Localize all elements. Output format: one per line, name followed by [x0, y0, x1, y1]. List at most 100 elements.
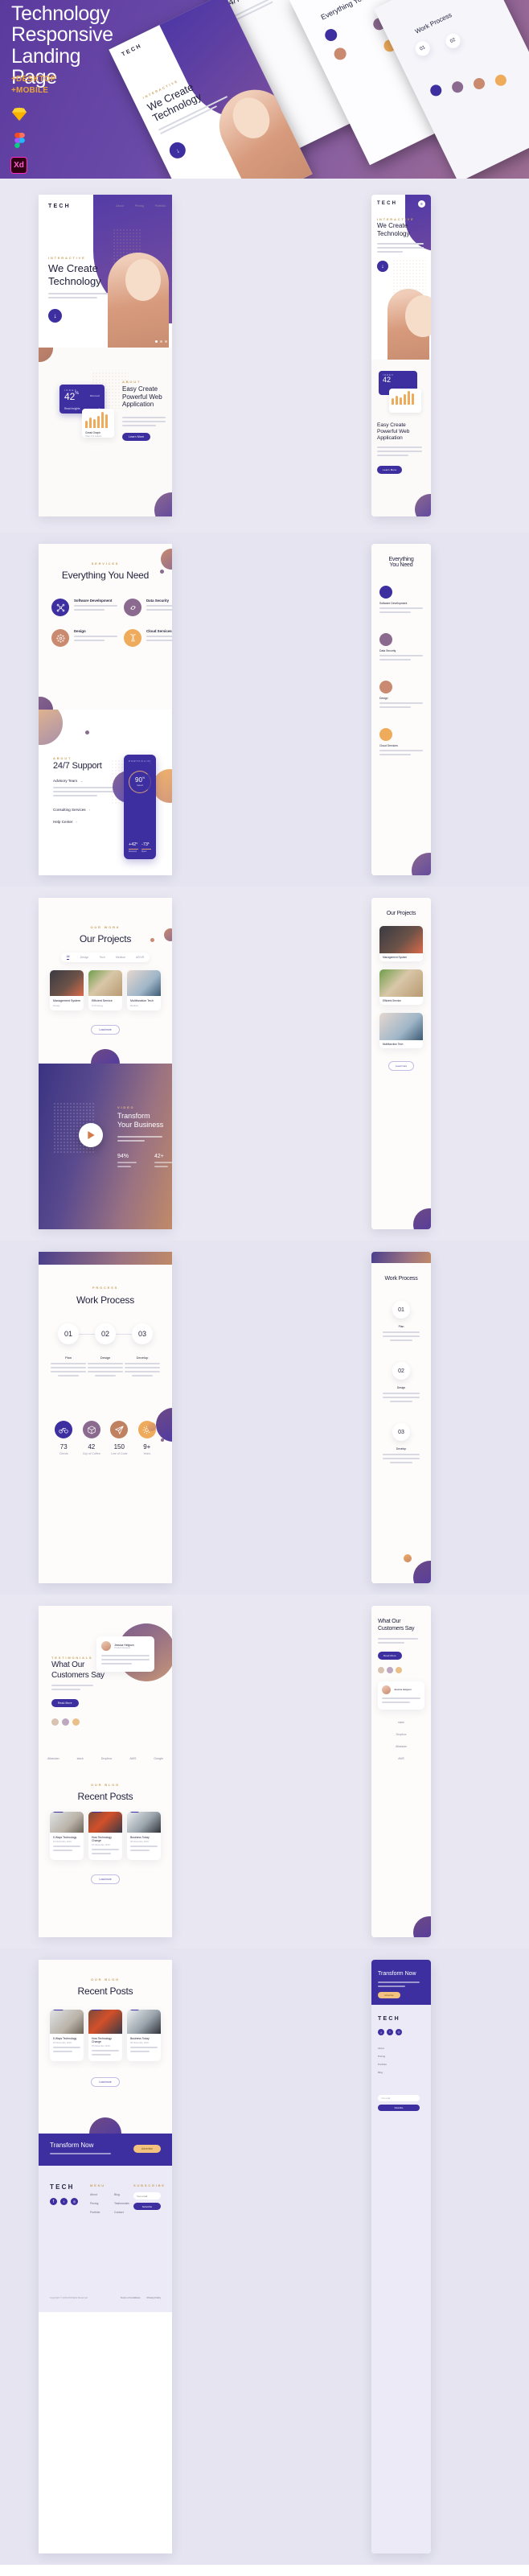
phone-menu-icon[interactable]: ⋮: [149, 759, 152, 763]
support-heading: 24/7 Support: [53, 761, 102, 771]
testimonials-read-more-button[interactable]: Read More: [51, 1699, 79, 1707]
project-card[interactable]: Management System Design: [50, 970, 84, 1010]
terms-link[interactable]: Terms of Conditions: [121, 2296, 141, 2299]
twitter-icon[interactable]: t: [60, 2198, 68, 2205]
project-filters[interactable]: All Design Tech Medical AR/VR: [61, 953, 150, 962]
instagram-icon[interactable]: ◎: [396, 2029, 402, 2035]
service-item[interactable]: Design: [379, 681, 423, 710]
mobile-testimonial-avatars[interactable]: [378, 1666, 431, 1673]
project-card[interactable]: Multifunction Tech Medical: [127, 970, 161, 1010]
filter-medical[interactable]: Medical: [116, 956, 125, 959]
mobile-mockup-4: Work Process 01 Plan 02 Design 03 Develo…: [371, 1252, 431, 1583]
project-card[interactable]: Multifunction Tech: [379, 1013, 423, 1048]
mobile-cta-button[interactable]: Advertise: [378, 1992, 400, 1998]
blog-title: Business Today: [130, 2037, 150, 2040]
hamburger-menu-button[interactable]: ≡: [418, 200, 425, 208]
mobile-subscribe-button[interactable]: Subscribe: [378, 2105, 420, 2111]
subscribe-button[interactable]: Subscribe: [133, 2203, 161, 2210]
filter-all[interactable]: All: [66, 955, 70, 960]
footer-link-blog[interactable]: Blog: [114, 2193, 129, 2196]
project-card[interactable]: Efficient Service: [379, 969, 423, 1005]
mobile-scroll-button[interactable]: ↓: [377, 261, 388, 272]
blog-title: Business Today: [130, 1836, 150, 1839]
footer-social[interactable]: f t ◎: [50, 2198, 78, 2205]
project-title: Multifunction Tech: [130, 999, 154, 1002]
showcase-section-1: TECH About Pricing Portfolio INTERACTIVE…: [0, 179, 529, 533]
footer-link-pricing[interactable]: Pricing: [90, 2202, 100, 2205]
project-category: Technology: [92, 1004, 104, 1007]
play-button[interactable]: [79, 1123, 103, 1147]
footer-link-contact[interactable]: Contact: [114, 2211, 129, 2214]
learn-more-button[interactable]: Learn More: [122, 433, 151, 441]
graph-subtitle: Take Our Advice: [85, 434, 102, 438]
testimonial-avatars[interactable]: [51, 1718, 80, 1726]
twitter-icon[interactable]: t: [387, 2029, 393, 2035]
nav-item-portfolio[interactable]: Portfolio: [155, 204, 166, 208]
process-kicker: PROCESS: [92, 1286, 119, 1290]
project-card[interactable]: Management System: [379, 926, 423, 961]
service-item[interactable]: Cloud Services: [379, 728, 423, 758]
blog-card[interactable]: Biz Business Today 30 November, 2019: [127, 2010, 161, 2061]
blog-card[interactable]: Tech 5 Ways Technology 15 November, 2019: [50, 1812, 84, 1860]
footer-menu-col2[interactable]: Blog Testimonials Contact: [114, 2193, 129, 2214]
footer-link-about[interactable]: About: [90, 2193, 100, 2196]
service-title: Software Development: [74, 599, 113, 603]
mobile-email-field[interactable]: Your email: [378, 2095, 420, 2101]
service-item[interactable]: Design: [51, 629, 117, 647]
nav-item-pricing[interactable]: Pricing: [135, 204, 144, 208]
support-accordion[interactable]: Advisory Team ⌄ Consulting Services › He…: [53, 779, 114, 824]
mobile-learn-more-button[interactable]: Learn More: [377, 466, 403, 474]
email-field[interactable]: [133, 2192, 161, 2199]
filter-design[interactable]: Design: [80, 956, 89, 959]
slider-dots[interactable]: [155, 340, 167, 343]
accordion-item-help[interactable]: Help Center ›: [53, 820, 114, 824]
video-paragraph: [117, 1136, 162, 1144]
filter-tech[interactable]: Tech: [100, 956, 105, 959]
cta-button[interactable]: Advertise: [133, 2145, 161, 2153]
mobile-footer-menu[interactable]: About Pricing Portfolio Blog: [378, 2047, 387, 2074]
testimonial-card: Jessica Helgson Product Designer: [96, 1636, 154, 1672]
accordion-item-consulting[interactable]: Consulting Services ›: [53, 808, 114, 812]
scroll-down-button[interactable]: ↓: [166, 139, 189, 162]
top-nav[interactable]: About Pricing Portfolio: [116, 204, 166, 208]
footer-link-testimonials[interactable]: Testimonials: [114, 2202, 129, 2205]
footer-link-portfolio[interactable]: Portfolio: [90, 2211, 100, 2214]
instagram-icon[interactable]: ◎: [71, 2198, 78, 2205]
service-item[interactable]: Cloud Services: [124, 629, 172, 647]
cta-heading: Transform Now: [50, 2142, 94, 2149]
project-category: Medical: [130, 1004, 138, 1007]
filter-arvr[interactable]: AR/VR: [136, 956, 144, 959]
service-item[interactable]: Software Development: [51, 599, 117, 616]
mobile-load-more-button[interactable]: Load more: [388, 1061, 415, 1071]
blog-kicker: OUR BLOG: [91, 1977, 120, 1981]
footer-logo: TECH: [50, 2183, 75, 2191]
blog-card[interactable]: Tech 5 Ways Technology 15 November, 2019: [50, 2010, 84, 2061]
facebook-icon[interactable]: f: [378, 2029, 384, 2035]
process-step: 01 Plan: [383, 1301, 420, 1341]
facebook-icon[interactable]: f: [50, 2198, 57, 2205]
blog-card[interactable]: Tech How Technology Change 15 November, …: [88, 1812, 122, 1860]
load-more-projects-button[interactable]: Load more: [91, 1025, 120, 1035]
scroll-down-button[interactable]: ↓: [48, 309, 62, 323]
service-item[interactable]: Software Development: [379, 586, 423, 615]
service-item[interactable]: Data Security: [379, 633, 423, 663]
accordion-item-advisory[interactable]: Advisory Team ⌄: [53, 779, 114, 783]
load-more-posts-button[interactable]: Load more: [91, 1874, 120, 1884]
footer: TECH f t ◎ MENU About Pricing Portfolio …: [39, 2166, 172, 2312]
video-stat-value: 94%: [117, 1154, 129, 1159]
footer-legal-links[interactable]: Terms of Conditions Privacy Policy: [121, 2296, 161, 2299]
blog-kicker: OUR BLOG: [91, 1783, 120, 1787]
load-more-posts-button[interactable]: Load more: [91, 2077, 120, 2087]
service-item[interactable]: Data Security: [124, 599, 172, 616]
nav-item-about[interactable]: About: [116, 204, 123, 208]
mobile-mockup-6: Transform Now Advertise TECH f t ◎ About…: [371, 1960, 431, 2553]
footer-menu-col1[interactable]: About Pricing Portfolio: [90, 2193, 100, 2214]
stat-label: Cup of Coffee: [82, 1452, 100, 1455]
blog-card[interactable]: Biz Business Today 30 November, 2019: [127, 1812, 161, 1860]
mobile-footer-social[interactable]: f t ◎: [378, 2029, 402, 2035]
logo-slack: slack: [76, 1757, 84, 1760]
privacy-link[interactable]: Privacy Policy: [147, 2296, 161, 2299]
mobile-read-more-button[interactable]: Read More: [378, 1651, 402, 1660]
project-card[interactable]: Efficient Service Technology: [88, 970, 122, 1010]
blog-card[interactable]: Tech How Technology Change 15 November, …: [88, 2010, 122, 2061]
